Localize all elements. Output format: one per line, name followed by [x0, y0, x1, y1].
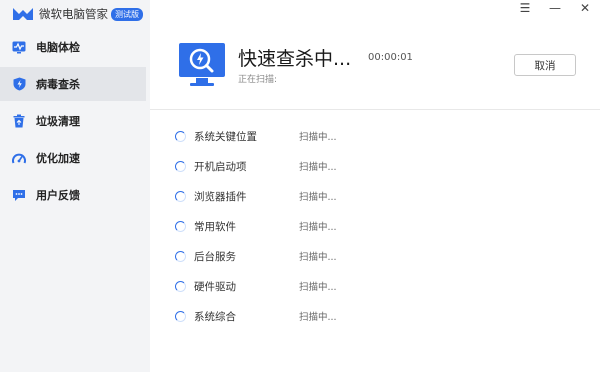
sidebar-item-feedback[interactable]: 用户反馈 — [0, 178, 150, 212]
loading-spinner-icon — [175, 280, 186, 292]
window-controls: ☰ — ✕ — [510, 0, 600, 16]
sidebar-item-label: 病毒查杀 — [36, 78, 80, 91]
sidebar-item-virus-scan[interactable]: 病毒查杀 — [0, 67, 146, 101]
close-button[interactable]: ✕ — [570, 0, 600, 16]
scan-row: 硬件驱动 扫描中... — [175, 271, 535, 301]
sidebar-item-label: 用户反馈 — [36, 189, 80, 202]
sidebar-item-pc-checkup[interactable]: 电脑体检 — [0, 30, 150, 64]
sidebar-item-junk-clean[interactable]: 垃圾清理 — [0, 104, 150, 138]
cancel-button[interactable]: 取消 — [514, 54, 576, 76]
scan-item-status: 扫描中... — [299, 282, 337, 293]
scan-title: 快速查杀中... — [238, 48, 352, 70]
sidebar-nav: 电脑体检 病毒查杀 垃圾清理 优化加速 用户反馈 — [0, 30, 150, 215]
loading-spinner-icon — [175, 130, 186, 142]
app-name: 微软电脑管家 — [39, 7, 108, 21]
app-logo-icon — [13, 8, 33, 20]
scan-item-status: 扫描中... — [299, 312, 337, 323]
scan-item-name: 常用软件 — [194, 220, 236, 233]
scan-item-status: 扫描中... — [299, 192, 337, 203]
recycle-bin-icon — [12, 114, 26, 128]
sidebar: 微软电脑管家 测试版 电脑体检 病毒查杀 垃圾清理 优化加速 用户反馈 — [0, 0, 150, 372]
loading-spinner-icon — [175, 220, 186, 232]
scan-row: 浏览器插件 扫描中... — [175, 181, 535, 211]
speedometer-icon — [12, 151, 26, 165]
elapsed-timer: 00:00:01 — [368, 52, 413, 63]
scan-item-name: 开机启动项 — [194, 160, 247, 173]
scan-header: 快速查杀中... 正在扫描: 00:00:01 取消 — [150, 30, 600, 110]
scan-item-name: 浏览器插件 — [194, 190, 247, 203]
scan-row: 常用软件 扫描中... — [175, 211, 535, 241]
beta-badge: 测试版 — [111, 7, 143, 21]
minimize-button[interactable]: — — [540, 0, 570, 16]
scan-item-status: 扫描中... — [299, 132, 337, 143]
scan-item-status: 扫描中... — [299, 162, 337, 173]
loading-spinner-icon — [175, 250, 186, 262]
pulse-icon — [12, 40, 26, 54]
monitor-scan-icon — [179, 43, 225, 86]
loading-spinner-icon — [175, 190, 186, 202]
scan-item-status: 扫描中... — [299, 252, 337, 263]
loading-spinner-icon — [175, 310, 186, 322]
scan-item-name: 后台服务 — [194, 250, 236, 263]
scan-item-name: 系统关键位置 — [194, 130, 257, 143]
scan-item-name: 硬件驱动 — [194, 280, 236, 293]
sidebar-item-optimize[interactable]: 优化加速 — [0, 141, 150, 175]
sidebar-item-label: 优化加速 — [36, 152, 80, 165]
scan-row: 后台服务 扫描中... — [175, 241, 535, 271]
scan-item-name: 系统综合 — [194, 310, 236, 323]
scan-subtitle: 正在扫描: — [238, 75, 278, 85]
loading-spinner-icon — [175, 160, 186, 172]
scan-list: 系统关键位置 扫描中... 开机启动项 扫描中... 浏览器插件 扫描中... … — [175, 121, 535, 331]
scan-item-status: 扫描中... — [299, 222, 337, 233]
brand: 微软电脑管家 测试版 — [12, 4, 143, 24]
scan-row: 开机启动项 扫描中... — [175, 151, 535, 181]
sidebar-item-label: 垃圾清理 — [36, 115, 80, 128]
scan-row: 系统综合 扫描中... — [175, 301, 535, 331]
menu-button[interactable]: ☰ — [510, 0, 540, 16]
sidebar-item-label: 电脑体检 — [36, 41, 80, 54]
shield-icon — [12, 77, 26, 91]
scan-row: 系统关键位置 扫描中... — [175, 121, 535, 151]
chat-icon — [12, 188, 26, 202]
